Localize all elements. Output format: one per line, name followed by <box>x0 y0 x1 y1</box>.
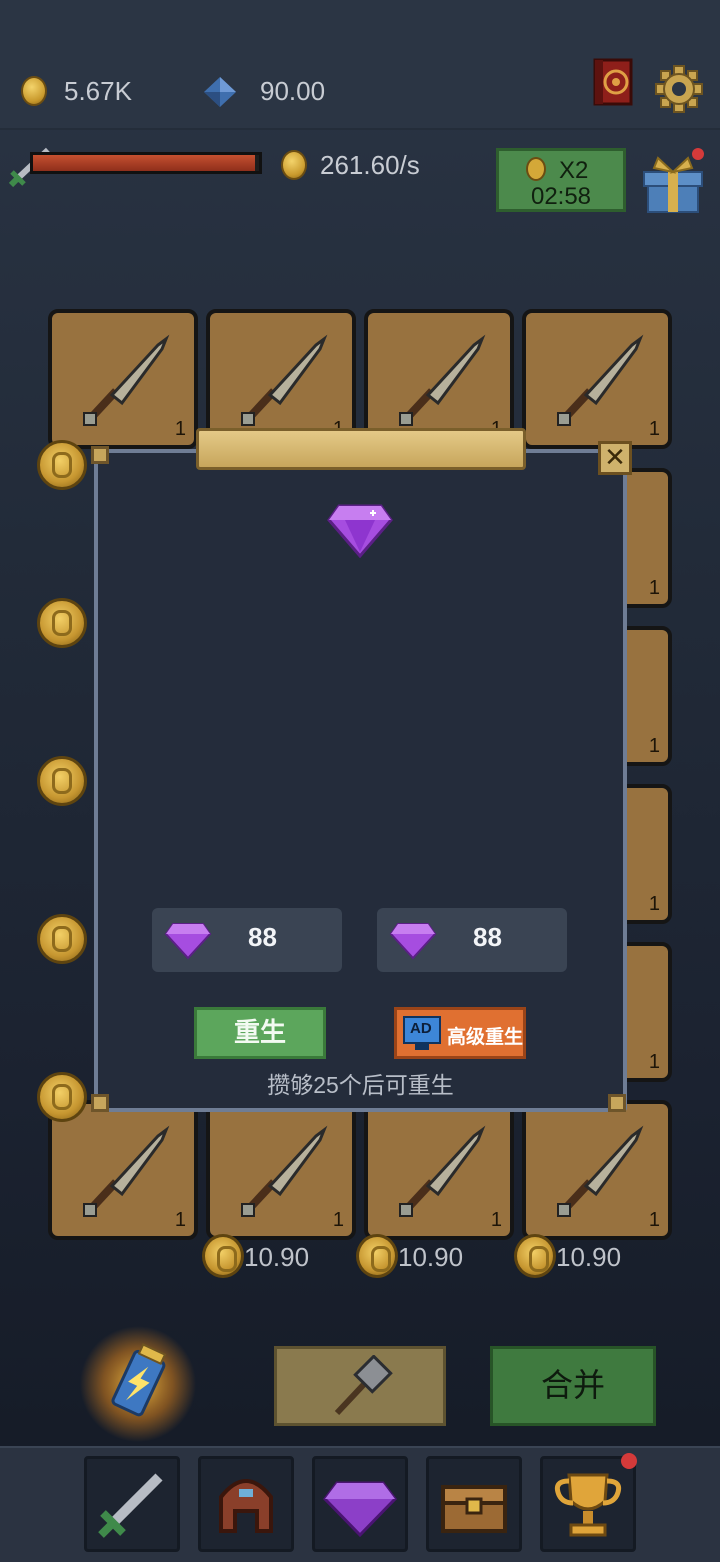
price-coin-icon <box>356 1234 398 1278</box>
coin-icon <box>526 157 546 181</box>
spellbook-icon[interactable] <box>591 56 635 108</box>
weapon-level: 1 <box>490 1209 502 1231</box>
blue-gem-icon <box>204 77 236 107</box>
boost-multiplier: X2 <box>559 157 589 184</box>
weapon-slot[interactable]: 1 <box>364 1100 514 1240</box>
ad-badge: AD <box>410 1020 432 1037</box>
spear-icon <box>241 334 328 426</box>
rebirth-reward-amount: 88 <box>248 922 277 952</box>
weapon-level: 1 <box>174 418 186 440</box>
weapon-slot[interactable]: 1 <box>206 1100 356 1240</box>
weapon-slot[interactable]: 1 <box>48 1100 198 1240</box>
nav-achievements[interactable] <box>540 1456 636 1552</box>
frame-corner <box>91 446 109 464</box>
rebirth-reward-box: 88 <box>152 908 342 972</box>
helmet-icon <box>219 1479 273 1533</box>
weapon-slot[interactable]: 1 <box>48 309 198 449</box>
income-rate: 261.60/s <box>320 150 420 180</box>
nav-weapons[interactable] <box>84 1456 180 1552</box>
purple-gem-icon <box>164 923 212 960</box>
weapon-slot[interactable]: 1 <box>522 1100 672 1240</box>
coin-icon <box>21 76 47 106</box>
hammer-button[interactable] <box>274 1346 446 1426</box>
nav-gems[interactable] <box>312 1456 408 1552</box>
weapon-level: 1 <box>648 1051 660 1073</box>
slot-coin-icon <box>37 440 87 490</box>
purple-gem-icon <box>389 923 437 960</box>
close-button[interactable]: ✕ <box>598 441 632 475</box>
chest-icon <box>441 1485 507 1533</box>
rebirth-button[interactable]: 重生 <box>194 1007 326 1059</box>
double-income-boost-button[interactable]: X2 02:58 <box>496 148 626 212</box>
price-coin-icon <box>514 1234 556 1278</box>
slot-coin-icon <box>37 1072 87 1122</box>
price-coin-icon <box>202 1234 244 1278</box>
weapon-level: 1 <box>648 418 660 440</box>
coin-icon <box>281 150 307 180</box>
ad-tv-icon: AD <box>403 1016 441 1044</box>
spear-icon <box>557 1125 644 1217</box>
advanced-rebirth-label: 高级重生 <box>447 1027 524 1048</box>
weapon-level: 1 <box>332 1209 344 1231</box>
nav-armor[interactable] <box>198 1456 294 1552</box>
spear-icon <box>557 334 644 426</box>
weapon-slot[interactable]: 1 <box>522 309 672 449</box>
slot-price: 10.90 <box>556 1242 622 1272</box>
slot-price: 10.90 <box>398 1242 464 1272</box>
spear-icon <box>241 1125 328 1217</box>
notification-dot <box>621 1453 637 1469</box>
slot-coin-icon <box>37 756 87 806</box>
advanced-rebirth-reward-box: 88 <box>377 908 567 972</box>
advanced-rebirth-button[interactable]: AD 高级重生 <box>394 1007 526 1059</box>
slot-coin-icon <box>37 598 87 648</box>
ad-tv-stand <box>415 1044 429 1050</box>
gem-balance: 90.00 <box>260 76 326 106</box>
gem-icon <box>323 1481 397 1538</box>
dialog-title-banner <box>196 428 526 470</box>
weapon-level: 1 <box>648 735 660 757</box>
weapon-level: 1 <box>174 1209 186 1231</box>
coin-balance: 5.67K <box>64 76 132 106</box>
spear-icon <box>83 1125 170 1217</box>
purple-gem-icon <box>327 504 393 558</box>
weapon-level: 1 <box>648 1209 660 1231</box>
slot-coin-icon <box>37 914 87 964</box>
spear-icon <box>399 1125 486 1217</box>
weapon-level: 1 <box>648 893 660 915</box>
nav-chest[interactable] <box>426 1456 522 1552</box>
boost-timer: 02:58 <box>530 183 592 210</box>
rebirth-hint: 攒够25个后可重生 <box>267 1072 454 1098</box>
weapon-level: 1 <box>648 577 660 599</box>
spear-icon <box>399 334 486 426</box>
advanced-rebirth-reward-amount: 88 <box>473 922 502 952</box>
settings-gear-icon[interactable] <box>654 64 704 114</box>
slot-price: 10.90 <box>244 1242 310 1272</box>
gift-icon[interactable] <box>640 148 706 214</box>
energy-potion-icon[interactable] <box>78 1324 198 1444</box>
trophy-icon <box>554 1473 622 1537</box>
sword-icon <box>98 1473 163 1538</box>
merge-button[interactable]: 合并 <box>490 1346 656 1426</box>
spear-icon <box>83 334 170 426</box>
progress-bar-fill <box>33 155 255 171</box>
hammer-icon <box>334 1355 393 1416</box>
